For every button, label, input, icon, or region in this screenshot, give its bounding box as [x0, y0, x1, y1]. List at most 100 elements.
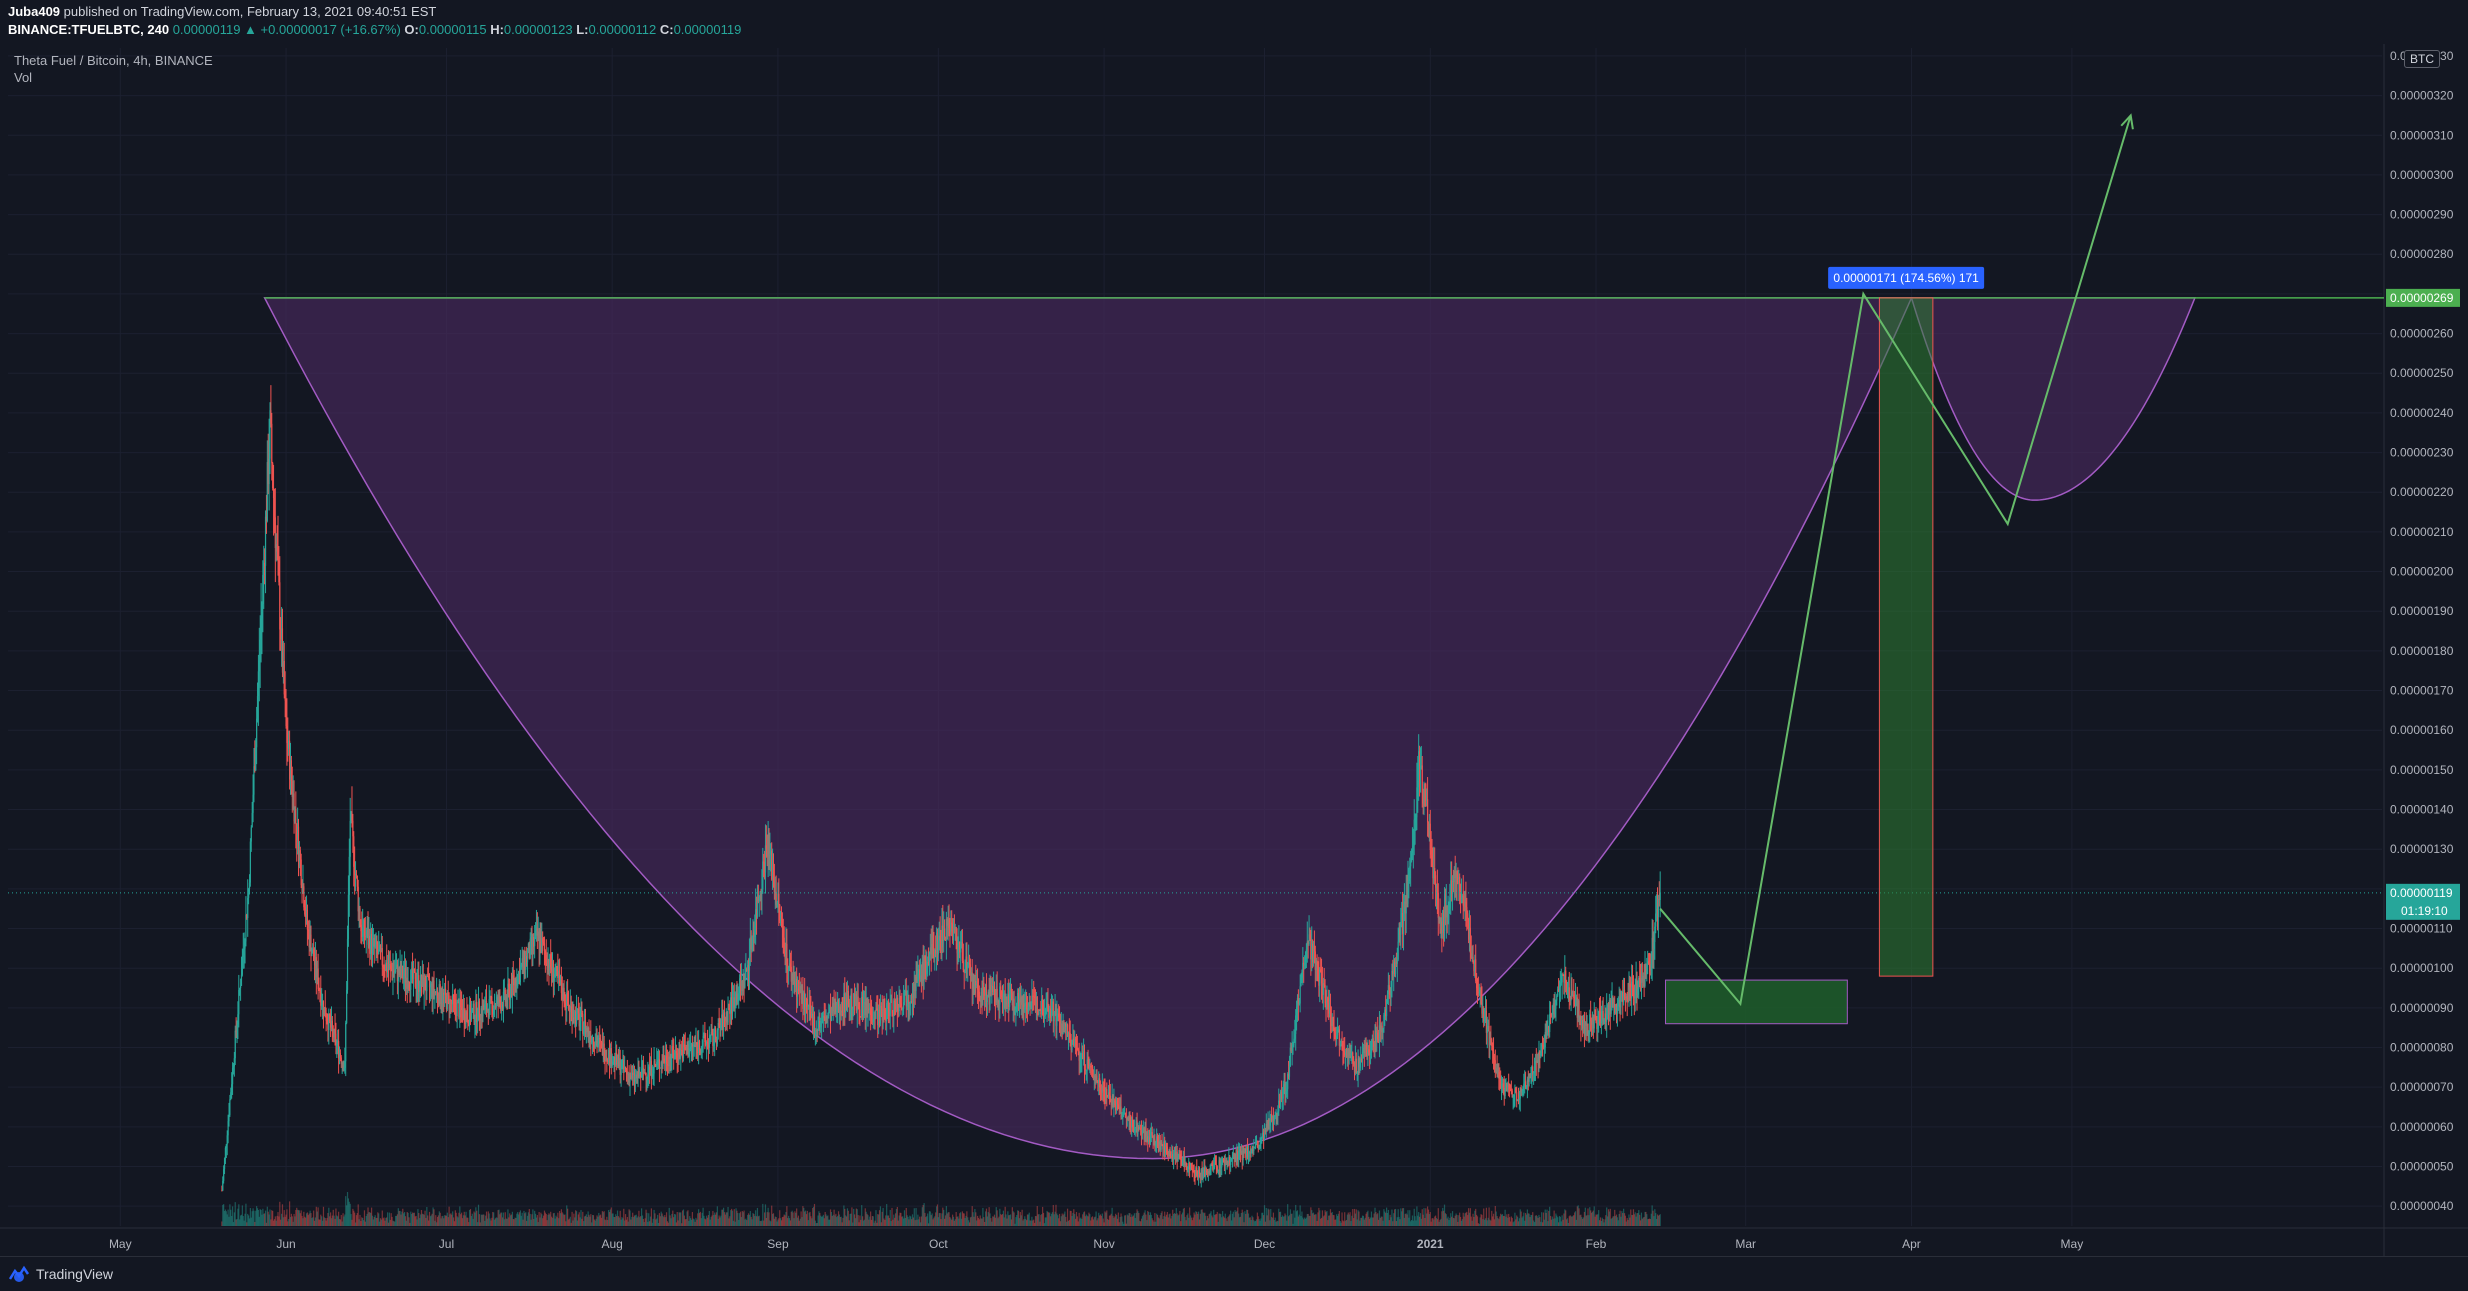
- tradingview-logo[interactable]: TradingView: [8, 1265, 113, 1283]
- candle-body: [1355, 1058, 1357, 1074]
- price-tick-label: 0.00000210: [2390, 525, 2454, 539]
- tradingview-brand: TradingView: [36, 1266, 114, 1282]
- candle-body: [859, 1009, 861, 1017]
- price-tick-label: 0.00000040: [2390, 1199, 2454, 1213]
- candle-body: [1426, 799, 1429, 823]
- candle-body: [1151, 1132, 1153, 1136]
- price-tick-label: 0.00000170: [2390, 684, 2454, 698]
- price-tick-label: 0.00000260: [2390, 327, 2454, 341]
- symbol-text: BINANCE:TFUELBTC, 240: [8, 22, 170, 37]
- candle-body: [426, 975, 428, 992]
- low-label: L:: [576, 22, 589, 37]
- time-tick-label: Apr: [1902, 1237, 1921, 1251]
- price-chart[interactable]: 0.00000171 (174.56%) 171 0.00000040 0.0000…: [0, 44, 2468, 1256]
- open-value: 0.00000115: [418, 22, 487, 37]
- time-tick-label: Feb: [1586, 1237, 1607, 1251]
- candle-body: [1282, 1093, 1284, 1099]
- candle-body: [658, 1059, 661, 1068]
- price-tick-label: 0.00000190: [2390, 604, 2454, 618]
- chart-page: Juba409 published on TradingView.com, Fe…: [0, 0, 2468, 1291]
- candle-body: [395, 968, 397, 973]
- publish-info: Juba409 published on TradingView.com, Fe…: [8, 4, 436, 19]
- ohlc-info: BINANCE:TFUELBTC, 240 0.00000119 ▲ +0.00…: [8, 22, 741, 37]
- price-tick-label: 0.00000200: [2390, 565, 2454, 579]
- footer-bar: TradingView: [0, 1256, 2468, 1291]
- price-tick-label: 0.00000130: [2390, 842, 2454, 856]
- candle-body: [1397, 941, 1399, 960]
- candle-body: [1659, 892, 1661, 901]
- candle-body: [256, 718, 258, 748]
- price-tick-label: 0.00000320: [2390, 89, 2454, 103]
- candle-body: [1578, 1000, 1580, 1017]
- price-tick-label: 0.00000230: [2390, 446, 2454, 460]
- price-tick-label: 0.00000150: [2390, 763, 2454, 777]
- candle-body: [477, 1020, 479, 1023]
- close-value: 0.00000119: [673, 22, 742, 37]
- candle-body: [346, 989, 348, 1024]
- time-tick-label: Jul: [439, 1237, 454, 1251]
- price-tick-label: 0.00000220: [2390, 485, 2454, 499]
- candle-body: [698, 1041, 701, 1050]
- price-tick-label: 0.00000290: [2390, 208, 2454, 222]
- publish-header: Juba409 published on TradingView.com, Fe…: [0, 0, 2468, 45]
- time-tick-label: Aug: [602, 1237, 623, 1251]
- candle-body: [1288, 1066, 1291, 1077]
- candle-body: [470, 1012, 472, 1020]
- open-label: O:: [404, 22, 419, 37]
- candle-body: [1437, 892, 1439, 918]
- price-tick-label: 0.00000160: [2390, 723, 2454, 737]
- price-tick-label: 0.00000140: [2390, 803, 2454, 817]
- time-tick-label: Jun: [276, 1237, 295, 1251]
- candle-body: [355, 873, 358, 876]
- high-value: 0.00000123: [503, 22, 573, 37]
- price-tick-label: 0.00000100: [2390, 961, 2454, 975]
- candle-body: [962, 960, 964, 971]
- low-value: 0.00000112: [588, 22, 657, 37]
- support-box: [1665, 979, 1848, 1025]
- candle-body: [1299, 986, 1301, 1004]
- price-tick-label: 0.00000080: [2390, 1041, 2454, 1055]
- series-title: Theta Fuel / Bitcoin, 4h, BINANCE: [14, 53, 213, 68]
- currency-button[interactable]: BTC: [2404, 50, 2440, 68]
- last-price-label: 0.00000119: [2390, 886, 2453, 900]
- candle-body: [239, 985, 242, 989]
- price-tick-label: 0.00000050: [2390, 1160, 2454, 1174]
- candle-body: [456, 1002, 458, 1017]
- candle-body: [889, 1001, 891, 1017]
- publish-text: published on TradingView.com, February 1…: [63, 4, 437, 19]
- candle-body: [345, 1023, 347, 1062]
- candle-body: [943, 928, 946, 937]
- time-tick-label: Nov: [1093, 1237, 1114, 1251]
- candle-body: [381, 947, 383, 966]
- price-tick-label: 0.00000250: [2390, 366, 2454, 380]
- candle-body: [295, 808, 297, 824]
- price-tick-label: 0.00000060: [2390, 1120, 2454, 1134]
- time-tick-label: May: [2061, 1237, 2084, 1251]
- candle-body: [606, 1056, 608, 1059]
- time-tick-label: Mar: [1735, 1237, 1756, 1251]
- candle-body: [553, 977, 555, 982]
- price-tick-label: 0.00000090: [2390, 1001, 2454, 1015]
- price-tick-label: 0.00000300: [2390, 168, 2454, 182]
- candle-body: [620, 1069, 622, 1075]
- candle-body: [349, 820, 351, 857]
- measure-tag-label: 0.00000171 (174.56%) 171: [1833, 271, 1979, 285]
- time-tick-label: 2021: [1417, 1237, 1444, 1251]
- time-tick-label: Oct: [929, 1237, 948, 1251]
- volume-bar: [1659, 1214, 1661, 1226]
- volume-label: Vol: [14, 70, 33, 85]
- last-price: 0.00000119: [172, 22, 241, 37]
- price-tick-label: 0.00000110: [2390, 922, 2453, 936]
- countdown-label: 01:19:10: [2401, 904, 2448, 918]
- close-label: C:: [659, 22, 674, 37]
- candle-body: [526, 952, 529, 963]
- chart-legend: Theta Fuel / Bitcoin, 4h, BINANCE Vol: [14, 52, 213, 86]
- author-name[interactable]: Juba409: [8, 4, 60, 19]
- candle-body: [1096, 1075, 1098, 1081]
- candle-body: [271, 423, 273, 464]
- candle-body: [229, 1099, 231, 1115]
- price-tick-label: 0.00000070: [2390, 1080, 2454, 1094]
- time-tick-label: Sep: [767, 1237, 789, 1251]
- candle-body: [1620, 1001, 1622, 1008]
- candle-body: [1106, 1089, 1108, 1096]
